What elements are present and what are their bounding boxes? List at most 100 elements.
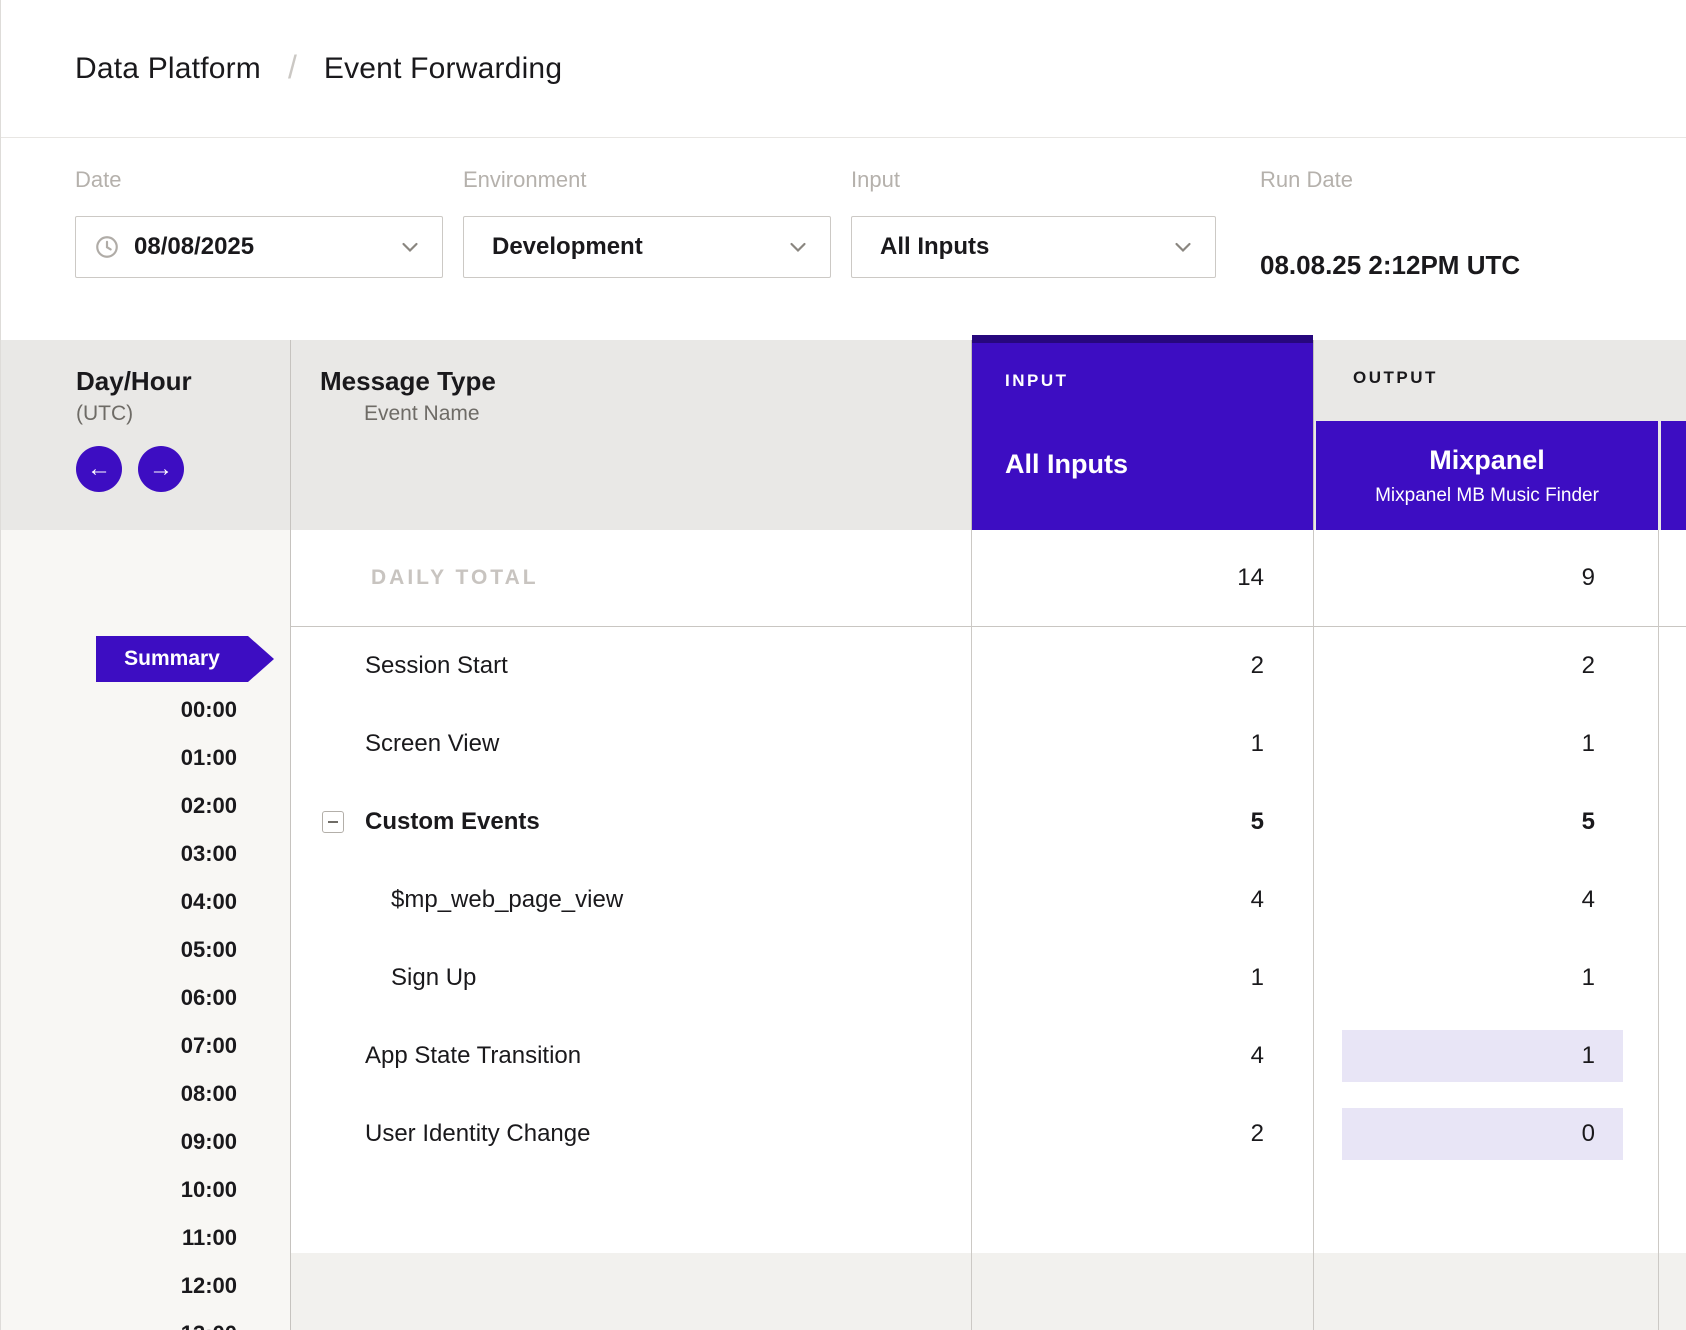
hour-row-label[interactable]: 06:00 [181,987,237,1009]
environment-dropdown[interactable]: Development [463,216,831,278]
date-value: 08/08/2025 [134,233,254,261]
hour-row-label[interactable]: 05:00 [181,939,237,961]
input-section-label: INPUT [1005,371,1313,391]
input-count: 1 [1251,964,1264,992]
arrow-right-icon: → [149,455,173,483]
day-hour-header: Day/Hour (UTC) ← → [1,340,291,530]
daily-total-label: DAILY TOTAL [291,566,539,590]
input-column-block: INPUT All Inputs [972,335,1313,530]
table-row: Screen View [291,705,971,783]
arrow-left-icon: ← [87,455,111,483]
row-name: $mp_web_page_view [291,886,623,914]
row-name: User Identity Change [291,1120,590,1148]
output-count: 2 [1582,652,1595,680]
empty-area [1659,1253,1686,1330]
date-dropdown[interactable]: 08/08/2025 [75,216,443,278]
message-type-header: Message Type Event Name [291,340,971,530]
hour-row-label[interactable]: 10:00 [181,1179,237,1201]
input-value: All Inputs [880,233,989,261]
breadcrumb-separator: / [288,49,297,86]
hour-row-label[interactable]: 11:00 [182,1227,237,1249]
input-count: 4 [1251,886,1264,914]
input-count: 4 [1251,1042,1264,1070]
hour-row-label[interactable]: 12:00 [181,1275,237,1297]
next-output-column-partial [1661,421,1686,530]
day-hour-timezone: (UTC) [76,402,290,426]
hour-row-label[interactable]: 00:00 [181,699,237,721]
message-type-column: DAILY TOTAL Session Start Screen View Cu… [291,530,971,1330]
output-column-header: OUTPUT Mixpanel Mixpanel MB Music Finder [1313,340,1686,530]
table-body: Summary 00:00 01:00 02:00 03:00 04:00 05… [1,530,1686,1330]
environment-filter-label: Environment [463,169,831,191]
next-day-button[interactable]: → [138,446,184,492]
chevron-down-icon [1171,235,1195,259]
row-name: Session Start [291,652,508,680]
input-dropdown[interactable]: All Inputs [851,216,1216,278]
row-name: App State Transition [291,1042,581,1070]
table-grid: DAILY TOTAL Session Start Screen View Cu… [291,530,1686,1330]
output-section-label: OUTPUT [1314,340,1686,421]
day-hour-sidebar: Summary 00:00 01:00 02:00 03:00 04:00 05… [1,530,291,1330]
summary-tab[interactable]: Summary [96,636,248,682]
environment-value: Development [492,233,643,261]
next-output-column [1658,530,1686,1330]
chevron-down-icon [786,235,810,259]
collapse-icon[interactable] [322,811,344,833]
filter-bar: Date 08/08/2025 Environment Development [1,138,1686,340]
daily-total-input: 14 [1237,564,1264,592]
run-date-value: 08.08.25 2:12PM UTC [1260,234,1520,296]
event-name-subtitle: Event Name [364,402,971,426]
output-destination-block: Mixpanel Mixpanel MB Music Finder [1316,421,1658,530]
hour-row-label[interactable]: 04:00 [181,891,237,913]
table-row: User Identity Change [291,1095,971,1173]
output-connection-name: Mixpanel MB Music Finder [1316,485,1658,507]
hour-row-label[interactable]: 13:00 [181,1323,237,1330]
output-count: 5 [1582,808,1595,836]
row-name: Custom Events [365,808,540,836]
breadcrumb: Data Platform / Event Forwarding [1,0,1686,138]
table-row: 0 [1314,1095,1658,1173]
hour-row-label[interactable]: 03:00 [181,843,237,865]
input-filter: Input All Inputs [851,169,1216,340]
input-values-column: 14 2 1 5 4 1 4 2 [971,530,1313,1330]
run-date: Run Date 08.08.25 2:12PM UTC [1260,169,1520,340]
output-count: 4 [1582,886,1595,914]
hour-row-label[interactable]: 07:00 [181,1035,237,1057]
day-hour-title: Day/Hour [76,368,290,394]
output-count: 1 [1582,964,1595,992]
empty-area [972,1253,1313,1330]
chevron-down-icon [398,235,422,259]
message-type-title: Message Type [320,368,971,394]
input-count: 5 [1251,808,1264,836]
output-destination-name: Mixpanel [1316,445,1658,475]
table-row: 1 [1314,1017,1658,1095]
hour-row-label[interactable]: 01:00 [181,747,237,769]
input-count: 2 [1251,1120,1264,1148]
clock-icon [94,234,120,260]
hour-row-label[interactable]: 09:00 [181,1131,237,1153]
table-header: Day/Hour (UTC) ← → Message Type Event Na… [1,340,1686,530]
row-name: Sign Up [291,964,476,992]
event-forwarding-page: Data Platform / Event Forwarding Date 08… [0,0,1686,1330]
table-row: $mp_web_page_view [291,861,971,939]
previous-day-button[interactable]: ← [76,446,122,492]
output-count: 1 [1582,730,1595,758]
output-values-column: 9 2 1 5 4 1 1 0 [1313,530,1658,1330]
input-filter-label: Input [851,169,1216,191]
date-filter: Date 08/08/2025 [75,169,443,340]
hour-row-label[interactable]: 08:00 [181,1083,237,1105]
input-count: 2 [1251,652,1264,680]
output-count: 1 [1582,1042,1595,1070]
input-count: 1 [1251,730,1264,758]
table-row: Custom Events [291,783,971,861]
input-selection: All Inputs [1005,449,1313,479]
empty-area [291,1253,971,1330]
daily-total-output: 9 [1582,564,1595,592]
date-filter-label: Date [75,169,443,191]
breadcrumb-section[interactable]: Data Platform [75,52,261,86]
empty-area [1314,1253,1658,1330]
summary-tab-label: Summary [124,647,220,671]
hour-row-label[interactable]: 02:00 [181,795,237,817]
table-row: App State Transition [291,1017,971,1095]
environment-filter: Environment Development [463,169,831,340]
